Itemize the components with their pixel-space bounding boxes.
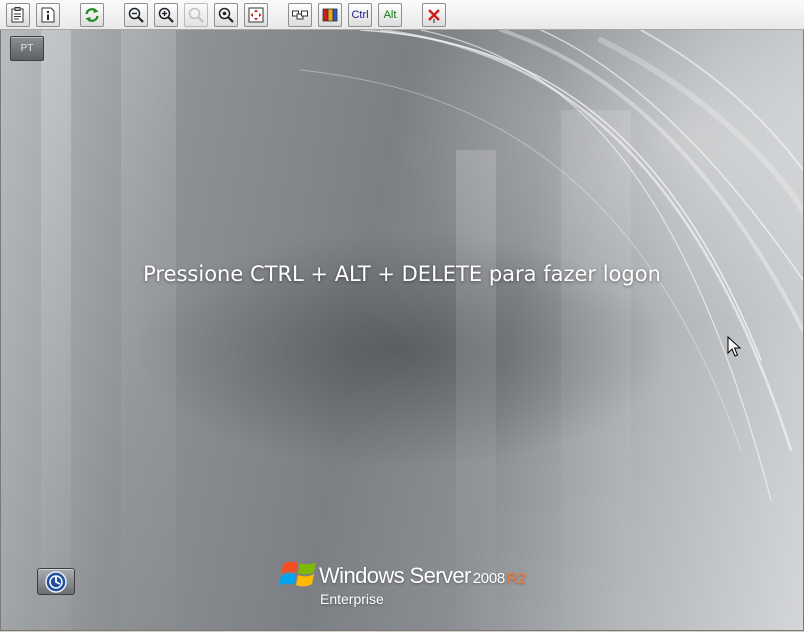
screen-options-button[interactable] <box>318 3 342 27</box>
refresh-icon <box>85 8 99 22</box>
ctrl-key-button[interactable]: Ctrl <box>348 3 372 27</box>
windows-server-branding: Windows Server 2008 R2 Enterprise <box>279 554 539 610</box>
ease-of-access-icon <box>45 570 67 593</box>
product-name: Windows Server <box>319 563 471 588</box>
ctrl-alt-del-icon <box>292 10 308 20</box>
background-light-streaks <box>41 30 803 630</box>
viewer-toolbar: Ctrl Alt <box>0 0 804 30</box>
ctrl-alt-del-button[interactable] <box>288 3 312 27</box>
zoom-out-icon <box>128 7 144 23</box>
zoom-in-button[interactable] <box>154 3 178 27</box>
zoom-custom-icon <box>218 7 234 23</box>
zoom-reset-icon <box>188 7 204 23</box>
ctrl-key-label: Ctrl <box>351 8 369 21</box>
refresh-button[interactable] <box>80 3 104 27</box>
disconnect-icon <box>428 9 440 23</box>
product-name-line: Windows Server 2008 R2 <box>319 563 526 589</box>
zoom-custom-button[interactable] <box>214 3 238 27</box>
remote-desktop-view[interactable]: PT Pressione CTRL + ALT + DELETE para fa… <box>0 30 804 631</box>
zoom-reset-button[interactable] <box>184 3 208 27</box>
alt-key-button[interactable]: Alt <box>378 3 402 27</box>
product-release: R2 <box>506 570 527 587</box>
keyboard-language-button[interactable]: PT <box>10 36 44 61</box>
zoom-in-icon <box>158 7 174 23</box>
properties-button[interactable] <box>6 3 30 27</box>
product-version: 2008 <box>472 570 505 587</box>
disconnect-button[interactable] <box>422 3 446 27</box>
info-icon <box>41 7 55 23</box>
info-button[interactable] <box>36 3 60 27</box>
product-edition: Enterprise <box>320 591 384 607</box>
ease-of-access-button[interactable] <box>37 568 75 595</box>
fit-screen-icon <box>248 7 264 23</box>
windows-flag-logo <box>279 561 316 587</box>
screen-options-icon <box>322 8 338 22</box>
fit-screen-button[interactable] <box>244 3 268 27</box>
logon-prompt: Pressione CTRL + ALT + DELETE para fazer… <box>143 262 661 286</box>
alt-key-label: Alt <box>383 8 397 21</box>
mouse-pointer-icon <box>727 336 741 357</box>
zoom-out-button[interactable] <box>124 3 148 27</box>
properties-icon <box>11 7 24 23</box>
